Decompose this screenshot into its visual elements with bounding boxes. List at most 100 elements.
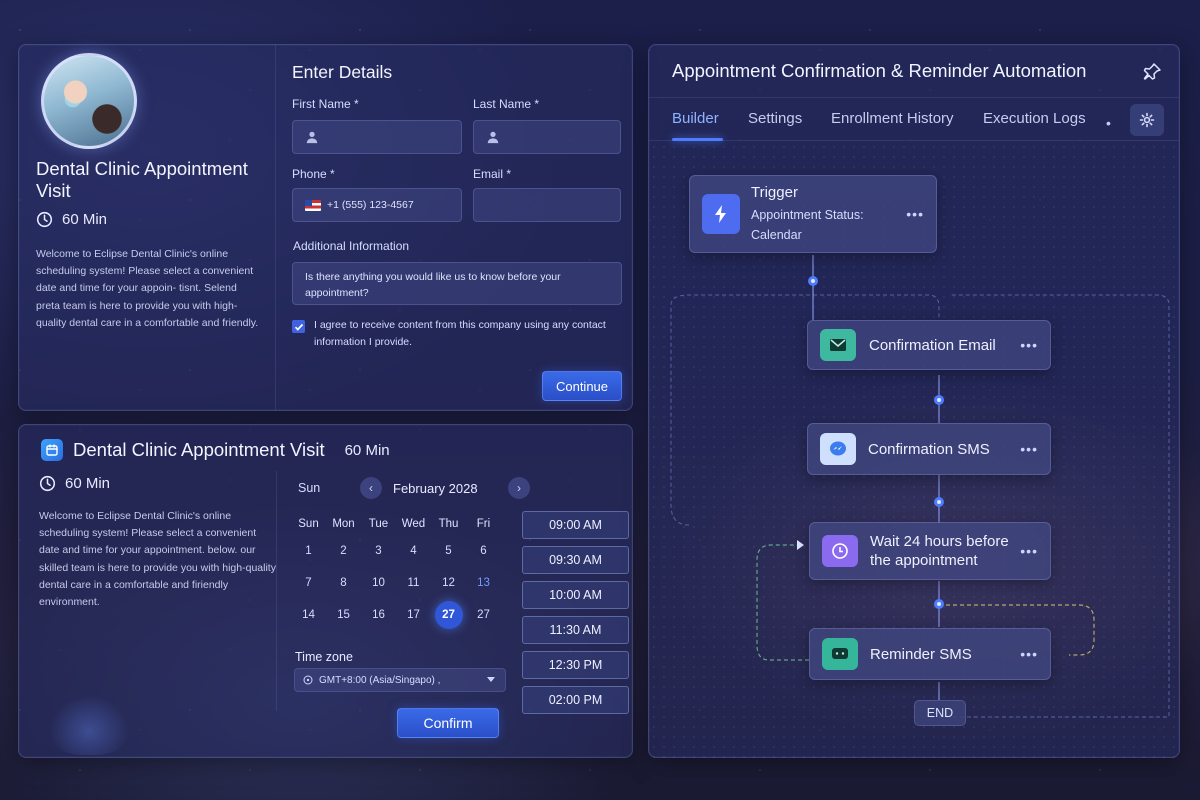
consent-checkbox[interactable] bbox=[292, 320, 305, 333]
trigger-title: Trigger bbox=[751, 184, 798, 201]
selected-day-text: 27 bbox=[434, 601, 463, 629]
chevron-right-icon[interactable]: › bbox=[508, 477, 530, 499]
booking-description: Welcome to Eclipse Dental Clinic's onlin… bbox=[36, 248, 259, 329]
tab-settings[interactable]: Settings bbox=[748, 110, 802, 127]
pin-icon[interactable] bbox=[1141, 61, 1163, 83]
clinic-photo-avatar bbox=[41, 53, 137, 149]
trigger-subtitle: Appointment Status: Calendar bbox=[751, 208, 864, 242]
confirmation-sms-node[interactable]: Confirmation SMS ••• bbox=[807, 423, 1051, 475]
automation-panel: Appointment Confirmation & Reminder Auto… bbox=[648, 44, 1180, 759]
tabs-overflow[interactable]: • bbox=[1106, 115, 1111, 131]
wait-label: Wait 24 hours before the appointment bbox=[870, 533, 1009, 569]
calendar-day[interactable]: 13 bbox=[466, 577, 501, 589]
first-name-field[interactable] bbox=[292, 120, 462, 154]
calendar-day[interactable]: 10 bbox=[361, 577, 396, 589]
trigger-node[interactable]: Trigger Appointment Status: Calendar ••• bbox=[689, 175, 937, 253]
tab-enrollment-history[interactable]: Enrollment History bbox=[831, 110, 954, 127]
calendar-day[interactable]: 8 bbox=[326, 577, 361, 589]
booking-title: Dental Clinic Appointment Visit bbox=[36, 158, 248, 201]
automation-tabs: Builder Settings Enrollment History Exec… bbox=[649, 97, 1179, 141]
first-name-label: First Name * bbox=[292, 97, 359, 111]
calendar-day[interactable]: 17 bbox=[396, 609, 431, 621]
sms-more-button[interactable]: ••• bbox=[1020, 441, 1038, 457]
lightning-icon bbox=[702, 194, 740, 234]
user-icon bbox=[306, 131, 318, 144]
mail-icon bbox=[820, 329, 856, 361]
calendar-day[interactable]: 6 bbox=[466, 545, 501, 557]
time-slot[interactable]: 12:30 PM bbox=[522, 651, 629, 679]
trigger-text: Trigger Appointment Status: Calendar bbox=[751, 183, 896, 245]
time-slot[interactable]: 09:30 AM bbox=[522, 546, 629, 574]
reminder-more-button[interactable]: ••• bbox=[1020, 646, 1038, 662]
us-flag-icon bbox=[305, 199, 321, 211]
calendar-day[interactable]: 3 bbox=[361, 545, 396, 557]
booking-summary: Dental Clinic Appointment Visit 60 Min W… bbox=[19, 45, 275, 410]
consent-text: I agree to receive content from this com… bbox=[314, 319, 606, 348]
chat-icon bbox=[822, 638, 858, 670]
calendar-day[interactable]: 14 bbox=[291, 609, 326, 621]
wait-more-button[interactable]: ••• bbox=[1020, 543, 1038, 559]
email-field[interactable] bbox=[473, 188, 621, 222]
trigger-more-button[interactable]: ••• bbox=[906, 206, 924, 222]
check-icon bbox=[294, 323, 303, 331]
calendar-day-selected[interactable]: 27 bbox=[431, 601, 466, 629]
additional-info-label: Additional Information bbox=[293, 239, 410, 253]
weekday-label: Mon bbox=[332, 518, 355, 530]
calendar-day[interactable]: 15 bbox=[326, 609, 361, 621]
calendar-day[interactable]: 11 bbox=[396, 577, 431, 589]
calendar-month: February 2028 bbox=[393, 481, 478, 496]
wait-node[interactable]: Wait 24 hours before the appointment ••• bbox=[809, 522, 1051, 580]
chevron-left-icon[interactable]: ‹ bbox=[360, 477, 382, 499]
calendar-duration-text: 60 Min bbox=[65, 475, 111, 492]
calendar-day[interactable]: 16 bbox=[361, 609, 396, 621]
calendar-panel: Dental Clinic Appointment Visit 60 Min 6… bbox=[18, 424, 633, 758]
calendar-day[interactable]: 2 bbox=[326, 545, 361, 557]
calendar-day[interactable]: 27 bbox=[466, 609, 501, 621]
calendar-sun-label: Sun bbox=[298, 481, 321, 495]
weekday-label: Sun bbox=[298, 518, 319, 530]
timezone-label: Time zone bbox=[295, 650, 353, 664]
timezone-select[interactable]: GMT+8:00 (Asia/Singapo) , bbox=[294, 668, 506, 692]
booking-panel: Dental Clinic Appointment Visit 60 Min W… bbox=[18, 44, 633, 411]
settings-button[interactable] bbox=[1130, 104, 1164, 136]
calendar-title-duration: 60 Min bbox=[344, 441, 390, 459]
tab-execution-logs[interactable]: Execution Logs bbox=[983, 110, 1086, 127]
calendar-header: Dental Clinic Appointment Visit 60 Min bbox=[41, 439, 390, 461]
week-row: 7 8 10 11 12 13 bbox=[291, 567, 501, 599]
calendar-day[interactable]: 7 bbox=[291, 577, 326, 589]
calendar-day[interactable]: 5 bbox=[431, 545, 466, 557]
email-more-button[interactable]: ••• bbox=[1020, 337, 1038, 353]
confirm-button[interactable]: Confirm bbox=[397, 708, 499, 738]
booking-duration: 60 Min bbox=[36, 211, 107, 228]
calendar-title: Dental Clinic Appointment Visit bbox=[73, 439, 325, 460]
time-slot[interactable]: 11:30 AM bbox=[522, 616, 629, 644]
details-form: Enter Details First Name * Last Name * P… bbox=[275, 45, 634, 410]
calendar-grid: Sun Mon Tue Wed Thu Fri 1 2 3 4 5 6 7 8 … bbox=[291, 513, 501, 631]
time-slot[interactable]: 09:00 AM bbox=[522, 511, 629, 539]
calendar-app-icon bbox=[41, 439, 63, 461]
end-node: END bbox=[914, 700, 966, 726]
phone-field[interactable]: +1 (555) 123-4567 bbox=[292, 188, 462, 222]
weekday-label: Thu bbox=[438, 518, 459, 530]
clock-icon bbox=[36, 211, 53, 228]
additional-info-textarea[interactable]: Is there anything you would like us to k… bbox=[292, 262, 622, 305]
phone-value: +1 (555) 123-4567 bbox=[327, 199, 414, 211]
weekday-row: Sun Mon Tue Wed Thu Fri bbox=[291, 513, 501, 535]
last-name-field[interactable] bbox=[473, 120, 621, 154]
calendar-day[interactable]: 12 bbox=[431, 577, 466, 589]
reminder-sms-node[interactable]: Reminder SMS ••• bbox=[809, 628, 1051, 680]
automation-title: Appointment Confirmation & Reminder Auto… bbox=[672, 60, 1087, 81]
time-slot[interactable]: 02:00 PM bbox=[522, 686, 629, 714]
continue-button[interactable]: Continue bbox=[542, 371, 622, 401]
phone-label: Phone * bbox=[292, 167, 335, 181]
globe-icon bbox=[303, 675, 313, 685]
calendar-day[interactable]: 1 bbox=[291, 545, 326, 557]
weekday-label: Tue bbox=[368, 518, 389, 530]
confirmation-email-node[interactable]: Confirmation Email ••• bbox=[807, 320, 1051, 370]
time-slot[interactable]: 10:00 AM bbox=[522, 581, 629, 609]
time-slots: 09:00 AM 09:30 AM 10:00 AM 11:30 AM 12:3… bbox=[522, 511, 629, 721]
email-label: Email * bbox=[473, 167, 512, 181]
calendar-day[interactable]: 4 bbox=[396, 545, 431, 557]
clock-icon bbox=[39, 475, 56, 492]
tab-builder[interactable]: Builder bbox=[672, 110, 719, 127]
